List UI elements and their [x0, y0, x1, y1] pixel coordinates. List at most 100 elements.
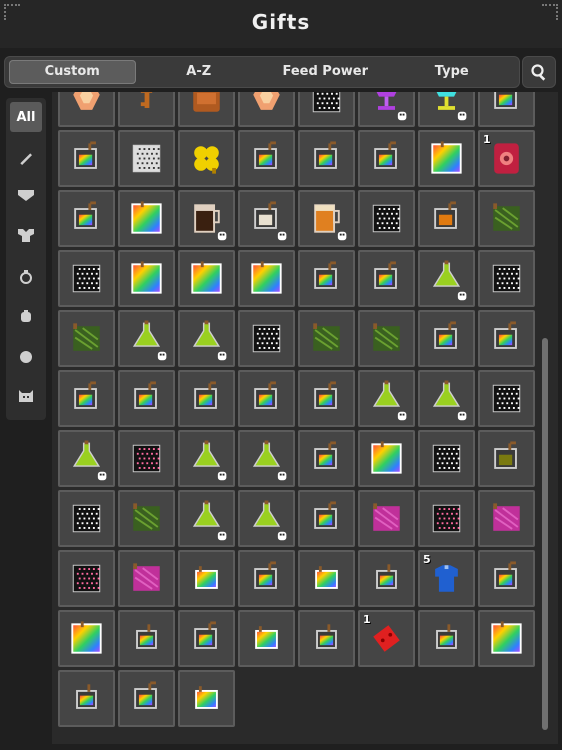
gift-slot[interactable]	[238, 370, 295, 427]
gift-slot[interactable]	[298, 430, 355, 487]
gift-slot[interactable]	[358, 92, 415, 127]
category-orb[interactable]	[10, 342, 42, 372]
gift-slot[interactable]	[478, 370, 535, 427]
gift-slot[interactable]	[418, 92, 475, 127]
gift-slot[interactable]	[238, 190, 295, 247]
gift-slot[interactable]	[58, 610, 115, 667]
gift-slot[interactable]	[358, 250, 415, 307]
gift-slot[interactable]	[118, 550, 175, 607]
gift-slot[interactable]	[178, 490, 235, 547]
gift-slot[interactable]	[58, 430, 115, 487]
gift-slot[interactable]	[478, 250, 535, 307]
gift-slot[interactable]	[298, 550, 355, 607]
armor-icon	[18, 190, 34, 201]
gift-slot[interactable]	[238, 310, 295, 367]
gift-slot[interactable]	[418, 490, 475, 547]
gift-slot[interactable]	[298, 92, 355, 127]
tab-a-z[interactable]: A-Z	[136, 60, 263, 84]
gift-slot[interactable]	[478, 310, 535, 367]
dots-pink-icon	[432, 504, 461, 533]
gift-slot[interactable]	[118, 670, 175, 727]
category-chest-armor[interactable]	[10, 222, 42, 252]
gift-slot[interactable]	[118, 92, 175, 127]
gift-slot[interactable]	[418, 370, 475, 427]
gift-slot[interactable]	[118, 310, 175, 367]
gift-slot[interactable]	[238, 490, 295, 547]
dots-black-icon	[492, 384, 521, 413]
gift-slot[interactable]	[298, 610, 355, 667]
gift-slot[interactable]	[178, 430, 235, 487]
gift-slot[interactable]	[118, 130, 175, 187]
gift-slot[interactable]	[118, 250, 175, 307]
gift-slot[interactable]	[178, 92, 235, 127]
gift-slot[interactable]	[238, 92, 295, 127]
gift-slot[interactable]	[358, 430, 415, 487]
gift-slot[interactable]	[58, 92, 115, 127]
search-button[interactable]	[522, 56, 556, 88]
gift-slot[interactable]	[418, 250, 475, 307]
gift-slot[interactable]	[58, 550, 115, 607]
gift-slot[interactable]	[118, 190, 175, 247]
gift-slot[interactable]	[358, 130, 415, 187]
gift-slot[interactable]	[58, 670, 115, 727]
gift-slot[interactable]	[58, 370, 115, 427]
category-armor[interactable]	[10, 182, 42, 212]
gift-slot[interactable]	[478, 190, 535, 247]
tab-feed-power[interactable]: Feed Power	[262, 60, 389, 84]
gift-slot[interactable]	[178, 670, 235, 727]
gift-slot[interactable]	[298, 310, 355, 367]
gift-slot[interactable]	[418, 430, 475, 487]
category-all[interactable]: All	[10, 102, 42, 132]
scrollbar[interactable]	[542, 338, 548, 730]
gift-slot[interactable]	[298, 370, 355, 427]
gift-slot[interactable]	[58, 190, 115, 247]
gift-slot[interactable]	[358, 310, 415, 367]
gift-slot[interactable]	[358, 550, 415, 607]
gift-slot[interactable]	[418, 610, 475, 667]
gift-slot[interactable]	[58, 250, 115, 307]
gift-slot[interactable]	[58, 130, 115, 187]
gift-slot[interactable]	[58, 310, 115, 367]
gift-slot[interactable]	[178, 250, 235, 307]
gift-slot[interactable]	[178, 550, 235, 607]
tab-custom[interactable]: Custom	[9, 60, 136, 84]
category-food[interactable]	[10, 302, 42, 332]
gift-slot[interactable]	[118, 430, 175, 487]
gift-slot[interactable]	[178, 310, 235, 367]
gift-slot[interactable]	[358, 190, 415, 247]
gift-slot[interactable]	[118, 610, 175, 667]
category-cat[interactable]	[10, 382, 42, 412]
gift-slot[interactable]: 1	[478, 130, 535, 187]
gift-slot[interactable]	[418, 190, 475, 247]
gift-slot[interactable]	[118, 490, 175, 547]
gift-slot[interactable]	[178, 190, 235, 247]
gift-slot[interactable]	[298, 490, 355, 547]
gift-slot[interactable]	[418, 130, 475, 187]
gift-slot[interactable]	[58, 490, 115, 547]
gift-slot[interactable]	[178, 370, 235, 427]
gift-slot[interactable]	[298, 250, 355, 307]
gift-slot[interactable]	[478, 490, 535, 547]
gift-slot[interactable]	[358, 490, 415, 547]
gift-slot[interactable]	[298, 190, 355, 247]
gift-slot[interactable]	[178, 130, 235, 187]
gift-slot[interactable]	[238, 550, 295, 607]
gift-slot[interactable]	[358, 370, 415, 427]
gift-slot[interactable]	[478, 92, 535, 127]
gift-slot[interactable]	[418, 310, 475, 367]
gift-slot[interactable]	[178, 610, 235, 667]
gift-slot[interactable]: 5	[418, 550, 475, 607]
gift-slot[interactable]	[478, 610, 535, 667]
gift-slot[interactable]	[238, 430, 295, 487]
gift-slot[interactable]	[238, 130, 295, 187]
tab-type[interactable]: Type	[389, 60, 516, 84]
gift-slot[interactable]	[478, 550, 535, 607]
gift-slot[interactable]	[238, 610, 295, 667]
gift-slot[interactable]	[118, 370, 175, 427]
gift-slot[interactable]: 1	[358, 610, 415, 667]
category-ring[interactable]	[10, 262, 42, 292]
category-sword[interactable]	[10, 142, 42, 172]
gift-slot[interactable]	[298, 130, 355, 187]
gift-slot[interactable]	[478, 430, 535, 487]
gift-slot[interactable]	[238, 250, 295, 307]
